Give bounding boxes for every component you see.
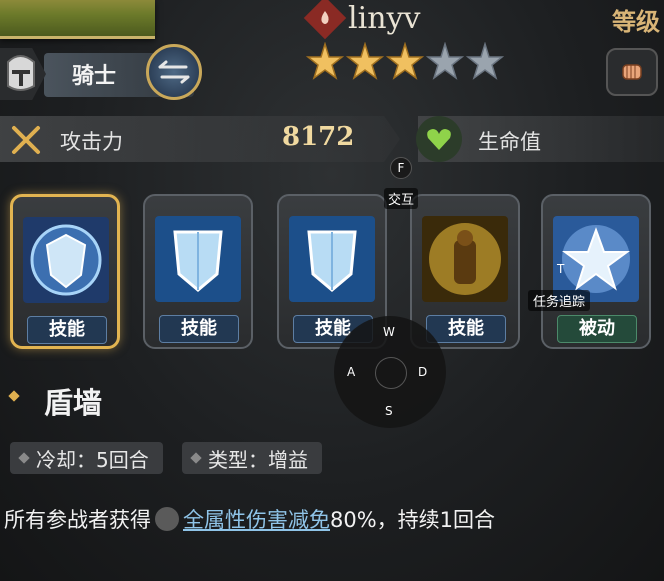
skill-title: 盾墙 bbox=[44, 386, 103, 420]
dpad-left-key[interactable]: A bbox=[347, 365, 355, 379]
dpad-down-key[interactable]: S bbox=[385, 404, 393, 418]
title-bullet-icon bbox=[8, 390, 20, 402]
golden-warrior-icon bbox=[422, 216, 508, 302]
star-rating bbox=[306, 42, 504, 80]
attack-value: 8172 bbox=[282, 122, 355, 152]
desc-prefix: 所有参战者获得 bbox=[4, 508, 151, 532]
fist-icon bbox=[622, 64, 642, 80]
swap-arrows-icon bbox=[158, 60, 190, 84]
star-filled-icon bbox=[346, 42, 384, 80]
star-filled-icon bbox=[386, 42, 424, 80]
dpad-center bbox=[375, 357, 407, 389]
fire-badge-icon bbox=[303, 0, 347, 40]
shield-icon bbox=[155, 216, 241, 302]
heart-icon bbox=[416, 116, 462, 162]
cooldown-tag: 冷却：5回合 bbox=[10, 442, 163, 474]
attack-label: 攻击力 bbox=[60, 130, 123, 154]
skill-card[interactable]: 技能 bbox=[10, 194, 120, 349]
skill-card-label: 技能 bbox=[426, 315, 506, 343]
character-portrait bbox=[0, 0, 155, 39]
star-empty-icon bbox=[466, 42, 504, 80]
dpad-up-key[interactable]: W bbox=[383, 325, 395, 339]
shield-round-icon bbox=[23, 217, 109, 303]
level-label: 等级 bbox=[612, 7, 660, 36]
skill-card[interactable]: 技能 bbox=[143, 194, 253, 349]
interact-key-hint[interactable]: F bbox=[390, 157, 412, 179]
interact-label[interactable]: 交互 bbox=[384, 188, 419, 209]
skill-card-label: 技能 bbox=[159, 315, 239, 343]
star-filled-icon bbox=[306, 42, 344, 80]
skill-description: 所有参战者获得 全属性伤害减免 80%，持续1回合 bbox=[4, 504, 495, 534]
desc-suffix: 80%，持续1回合 bbox=[330, 508, 496, 532]
damage-reduction-link[interactable]: 全属性伤害减免 bbox=[183, 504, 330, 534]
class-name: 骑士 bbox=[72, 64, 117, 89]
skill-card-label: 技能 bbox=[27, 316, 107, 344]
star-empty-icon bbox=[426, 42, 464, 80]
task-key-hint[interactable]: T bbox=[557, 262, 564, 276]
type-tag: 类型：增益 bbox=[182, 442, 322, 474]
player-header: linyv bbox=[303, 0, 421, 40]
task-tracking-label[interactable]: 任务追踪 bbox=[528, 290, 591, 311]
fist-button[interactable] bbox=[606, 48, 658, 96]
helmet-icon bbox=[0, 48, 46, 100]
crossed-swords-icon bbox=[6, 120, 46, 160]
skill-card[interactable]: 技能 bbox=[410, 194, 520, 349]
switch-class-button[interactable] bbox=[146, 44, 202, 100]
shield-icon bbox=[289, 216, 375, 302]
dpad-right-key[interactable]: D bbox=[418, 365, 427, 379]
skill-card-label: 被动 bbox=[557, 315, 637, 343]
player-name: linyv bbox=[348, 0, 421, 36]
hp-label: 生命值 bbox=[478, 130, 541, 154]
defense-icon bbox=[155, 507, 179, 531]
